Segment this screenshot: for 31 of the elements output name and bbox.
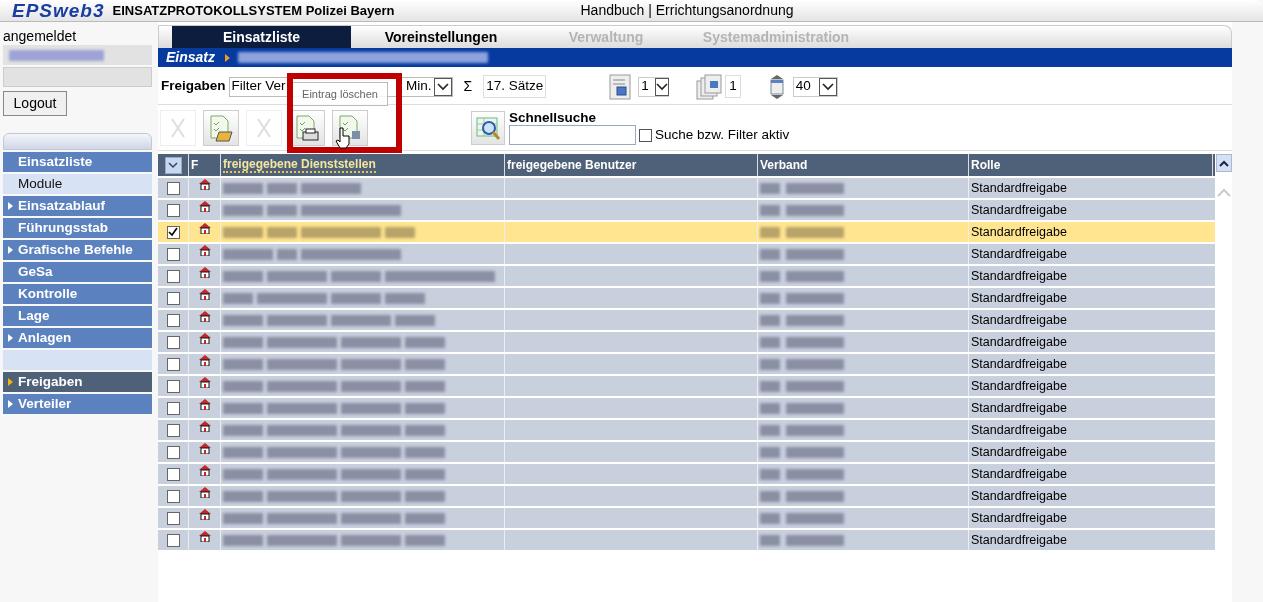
tab-label: Verwaltung — [567, 27, 645, 47]
table-cell-text: Standardfreigabe — [971, 201, 1067, 219]
table-cell-text: Standardfreigabe — [971, 443, 1067, 461]
interval-unit: Min. — [405, 77, 433, 96]
table-cell-text: Standardfreigabe — [971, 377, 1067, 395]
table-cell-text: Standardfreigabe — [971, 179, 1067, 197]
table-cell-text: Standardfreigabe — [971, 355, 1067, 373]
table-cell-text: Standardfreigabe — [971, 267, 1067, 285]
table-cell-text: Standardfreigabe — [971, 509, 1067, 527]
section-title: Freigaben — [161, 77, 226, 96]
table-cell-text: Standardfreigabe — [971, 421, 1067, 439]
table-cell-text: Standardfreigabe — [971, 289, 1067, 307]
tooltip: Eintrag löschen — [292, 82, 388, 106]
table-cell-text: Standardfreigabe — [971, 487, 1067, 505]
table-cell-text: Standardfreigabe — [971, 465, 1067, 483]
table-cell-text: Standardfreigabe — [971, 333, 1067, 351]
login-label: angemeldet — [2, 28, 78, 45]
tab-label: Systemadministration — [701, 27, 851, 47]
search-label: Schnellsuche — [509, 109, 598, 125]
table-cell-text: Standardfreigabe — [971, 531, 1067, 549]
table-cell-text: Standardfreigabe — [971, 223, 1067, 241]
checkbox-label: Suche bzw. Filter aktiv — [655, 125, 790, 144]
table-cell-text: Standardfreigabe — [971, 311, 1067, 329]
logo: EPSweb3 — [12, 1, 105, 20]
record-count: 17. Sätze — [483, 75, 547, 98]
breadcrumb-title: Einsatz — [166, 48, 215, 67]
table-cell-text: Standardfreigabe — [971, 245, 1067, 263]
page-count: 1 — [725, 75, 741, 98]
app-title: EINSATZPROTOKOLLSYSTEM Polizei Bayern — [112, 1, 395, 20]
sigma-symbol: Σ — [463, 77, 473, 96]
table-cell-text: Standardfreigabe — [971, 399, 1067, 417]
